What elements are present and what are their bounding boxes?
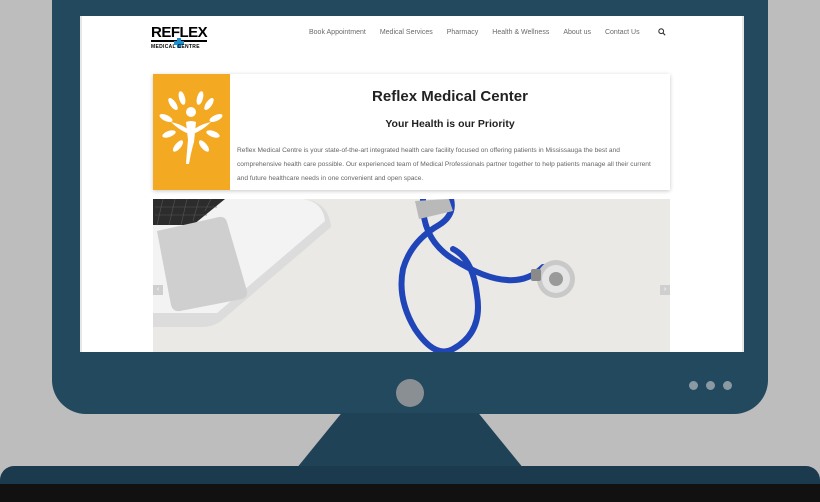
nav-about-us[interactable]: About us (563, 29, 591, 36)
website-screen: REFLEX MEDICAL CENTRE Book Appointment M… (80, 16, 744, 352)
nav-medical-services[interactable]: Medical Services (380, 29, 433, 36)
indicator-dot (723, 381, 732, 390)
intro-description: Reflex Medical Centre is your state-of-t… (237, 147, 651, 182)
slider-prev-arrow[interactable]: ‹ (153, 285, 163, 295)
power-button[interactable] (396, 379, 424, 407)
intro-card: Reflex Medical Center Your Health is our… (153, 74, 670, 190)
indicator-dot (689, 381, 698, 390)
desk-shadow (0, 484, 820, 502)
page-title: Reflex Medical Center (372, 88, 528, 105)
nav-health-wellness[interactable]: Health & Wellness (492, 29, 549, 36)
laptop-and-stethoscope-photo (153, 199, 670, 352)
hero-slider: ‹ › (153, 199, 670, 352)
tree-person-graphic (159, 91, 223, 164)
tree-person-icon (153, 74, 230, 190)
site-logo[interactable]: REFLEX MEDICAL CENTRE (151, 25, 209, 51)
page-subtitle: Your Health is our Priority (385, 118, 515, 130)
monitor-stand (296, 413, 524, 469)
nav-pharmacy[interactable]: Pharmacy (447, 29, 479, 36)
logo-subtitle: MEDICAL CENTRE (151, 44, 200, 50)
nav-contact-us[interactable]: Contact Us (605, 29, 640, 36)
main-navigation: Book Appointment Medical Services Pharma… (309, 26, 640, 38)
nav-book-appointment[interactable]: Book Appointment (309, 29, 366, 36)
search-icon[interactable] (658, 28, 666, 36)
slider-next-arrow[interactable]: › (660, 285, 670, 295)
indicator-dot (706, 381, 715, 390)
